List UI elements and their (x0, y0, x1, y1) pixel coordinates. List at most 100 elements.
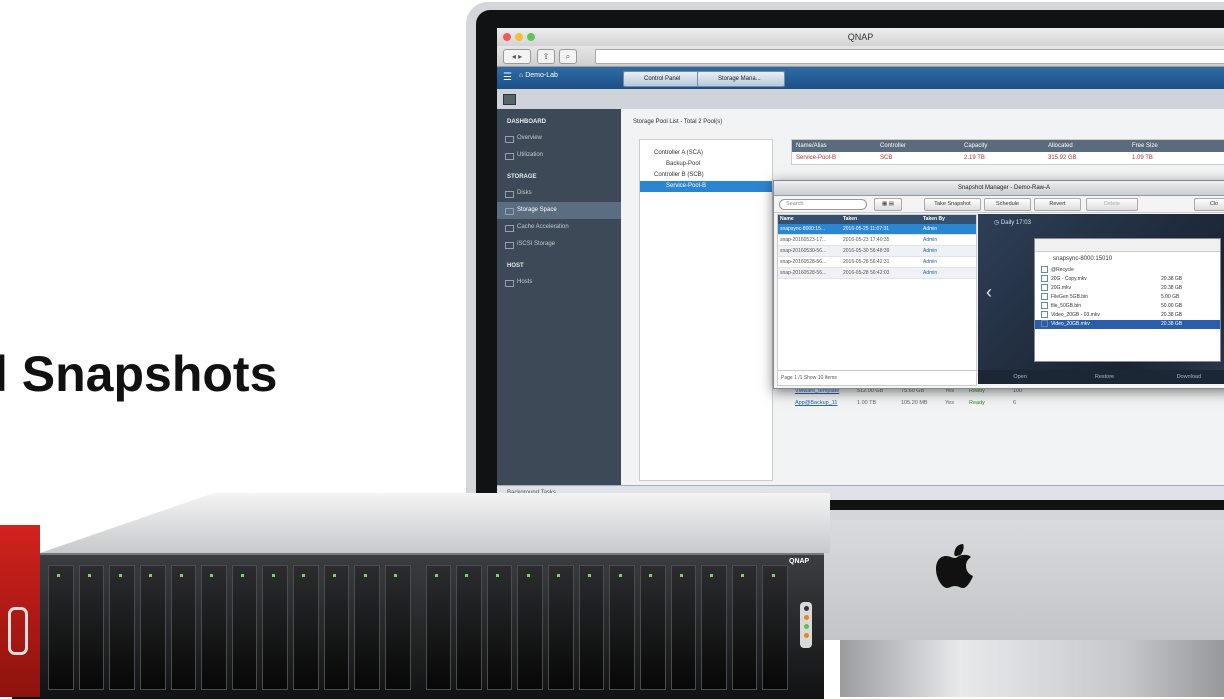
snapshot-owner: Admin (923, 259, 938, 265)
nas-top-cover (40, 493, 830, 553)
home-button[interactable]: ⌂ Demo-Lab (519, 72, 558, 79)
snapshot-taken: 2016-05-25 11:07:31 (843, 226, 890, 232)
delete-button[interactable]: Delete (1086, 198, 1138, 211)
drive-bay (701, 565, 727, 690)
download-button[interactable]: Download (1147, 370, 1224, 384)
snapshot-name: snap-20160523-17... (780, 237, 827, 243)
drive-bay (517, 565, 543, 690)
snapshot-preview: ◷ Daily 17:03 ‹ snapsync-8000:15010 @Rec… (978, 214, 1224, 384)
nas-handle (8, 607, 28, 655)
file-row[interactable]: 20G.mkv 20.38 GB (1035, 284, 1220, 293)
file-name: file_50GB.bin (1051, 303, 1082, 309)
dialog-toolbar: Search ▦ ▤ Take Snapshot Schedule Revert… (774, 196, 1224, 213)
pagination[interactable]: Page 1 /1 Show 10 Items (778, 370, 979, 385)
nas-brand-logo: QNAP (789, 558, 810, 565)
column-header[interactable]: Taken (843, 215, 923, 224)
sidebar-header-dashboard[interactable]: DASHBOARD (497, 115, 621, 130)
tree-item-selected[interactable]: Service-Pool-B (640, 181, 772, 192)
table-row[interactable]: snap-20160528-56... 2016-05-28 56:42:03 … (778, 268, 976, 279)
file-row-selected[interactable]: Video_20GB.mkv 20.38 GB (1035, 320, 1220, 329)
table-row[interactable]: Service-Pool-B SCB 2.19 TB 315.92 GB 1.0… (792, 152, 1224, 164)
sidebar-item-cache-acceleration[interactable]: Cache Acceleration (497, 219, 621, 236)
sidebar-item-disks[interactable]: Disks (497, 185, 621, 202)
file-browser: snapsync-8000:15010 @Recycle 20G - Copy.… (1034, 238, 1221, 362)
share-button[interactable]: ⇪ (537, 49, 555, 64)
volume-link[interactable]: App@Backup_11 (791, 397, 857, 409)
snapshot-name: snap-20160528-56... (780, 270, 827, 276)
column-header[interactable]: Name (778, 215, 843, 224)
tab-storage-manager[interactable]: Storage Mana... (697, 71, 785, 87)
table-row[interactable]: snapsync-8000:15... 2016-05-25 11:07:31 … (778, 224, 976, 235)
iscsi-icon (505, 242, 514, 249)
table-cell: 6 (1013, 400, 1017, 406)
snapshot-name: snap-20160528-56... (780, 259, 827, 265)
address-bar[interactable] (595, 49, 1224, 64)
column-header[interactable]: Name/Alias (792, 140, 876, 152)
table-row[interactable]: snap-20160523-17... 2016-05-23 17:40:35 … (778, 235, 976, 246)
column-header[interactable]: Free Size (1128, 140, 1212, 152)
sidebar-item-hosts[interactable]: Hosts (497, 274, 621, 291)
file-row[interactable]: @Recycle (1035, 266, 1220, 275)
view-toggle-button[interactable]: ▦ ▤ (874, 198, 902, 211)
file-row[interactable]: FileGen 5GB.bin 5.00 GB (1035, 293, 1220, 302)
snapshot-taken: 2016-05-28 56:42:31 (843, 259, 890, 265)
schedule-button[interactable]: Schedule (984, 198, 1031, 211)
file-name: FileGen 5GB.bin (1051, 294, 1088, 300)
sidebar-item-overview[interactable]: Overview (497, 130, 621, 147)
table-row[interactable]: snap-20160530-56... 2016-05-30 56:48:39 … (778, 246, 976, 257)
led-indicator (803, 615, 809, 620)
sidebar-item-storage-space[interactable]: Storage Space (497, 202, 621, 219)
sidebar-item-utilization[interactable]: Utilization (497, 147, 621, 164)
imac-stand (840, 640, 1224, 697)
table-cell: 1.09 TB (1132, 155, 1153, 161)
file-name: 20G.mkv (1051, 285, 1072, 291)
snapshot-time-label: ◷ Daily 17:03 (994, 220, 1031, 226)
snapshot-list: Name Taken Taken By snapsync-8000:15... … (777, 214, 979, 386)
revert-button[interactable]: Revert (1034, 198, 1081, 211)
browser-toolbar: ◂ ▸ ⇪ ⌕ (497, 46, 1224, 67)
search-input[interactable]: Search (779, 199, 867, 210)
utilization-icon (505, 153, 514, 160)
file-row[interactable]: 20G - Copy.mkv 20.38 GB (1035, 275, 1220, 284)
tree-item[interactable]: Controller B (SCB) (640, 170, 772, 181)
menu-icon[interactable]: ☰ (503, 72, 512, 83)
storage-icon (505, 208, 514, 215)
sidebar-header-host[interactable]: HOST (497, 259, 621, 274)
back-forward-button[interactable]: ◂ ▸ (503, 49, 531, 64)
table-row[interactable]: App@Backup_11 1.00 TB 105.20 MB Yes Read… (791, 397, 1224, 409)
chevron-left-icon[interactable]: ‹ (986, 282, 992, 303)
window-title: QNAP (847, 32, 874, 42)
restore-button[interactable]: Restore (1062, 370, 1146, 384)
file-icon (1041, 284, 1048, 292)
headline: l Snapshots (0, 346, 278, 402)
sidebar-header-storage[interactable]: STORAGE (497, 170, 621, 185)
file-size: 20.38 GB (1161, 312, 1183, 318)
column-header[interactable]: Capacity (960, 140, 1044, 152)
snapshot-taken: 2016-05-28 56:42:03 (843, 270, 890, 276)
table-cell: Yes (945, 400, 954, 406)
status-badge: Ready (969, 400, 985, 406)
file-row[interactable]: file_50GB.bin 50.00 GB (1035, 302, 1220, 311)
folder-icon (1041, 266, 1048, 274)
close-button[interactable]: Clo (1194, 198, 1224, 211)
file-name: Video_20GB - 03.mkv (1051, 312, 1100, 318)
drive-bay (139, 565, 166, 690)
sidebar-item-iscsi-storage[interactable]: iSCSI Storage (497, 236, 621, 253)
column-header[interactable]: Taken By (923, 215, 968, 224)
column-header[interactable]: Allocated (1044, 140, 1128, 152)
screen-icon[interactable] (503, 94, 516, 105)
tree-item[interactable]: Backup-Pool (640, 159, 772, 170)
tree-item[interactable]: Controller A (SCA) (640, 148, 772, 159)
drive-bay (762, 565, 788, 690)
take-snapshot-button[interactable]: Take Snapshot (924, 198, 981, 211)
snapshot-time-text: Daily 17:03 (1000, 220, 1031, 226)
column-header[interactable]: Controller (876, 140, 960, 152)
table-row[interactable]: snap-20160528-56... 2016-05-28 56:42:31 … (778, 257, 976, 268)
drive-bay (609, 565, 635, 690)
file-row[interactable]: Video_20GB - 03.mkv 20.38 GB (1035, 311, 1220, 320)
search-icon[interactable]: ⌕ (559, 49, 577, 64)
file-icon (1041, 311, 1048, 319)
page-title: Storage Pool List - Total 2 Pool(s) (633, 119, 723, 125)
open-button[interactable]: Open (978, 370, 1062, 384)
file-size: 50.00 GB (1161, 303, 1183, 309)
